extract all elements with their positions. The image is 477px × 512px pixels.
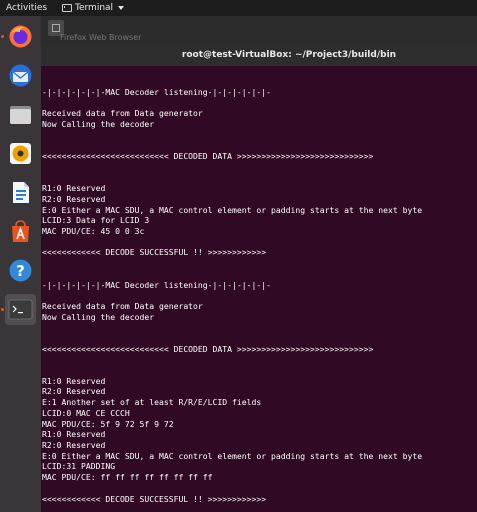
dock-item-thunderbird[interactable]	[5, 60, 36, 91]
terminal-line: MAC PDU/CE: ff ff ff ff ff ff ff ff	[42, 472, 213, 483]
terminal-line: R1:0 Reserved	[42, 183, 106, 194]
chevron-down-icon	[118, 6, 125, 10]
firefox-icon	[9, 25, 32, 48]
running-indicator	[1, 308, 4, 311]
terminal-line: <<<<<<<<<<<< DECODE SUCCESSFUL !! >>>>>>…	[42, 247, 267, 258]
terminal-view[interactable]: -|-|-|-|-|-|-MAC Decoder listening-|-|-|…	[41, 66, 477, 512]
terminal-line: R2:0 Reserved	[42, 193, 106, 204]
terminal-line: <<<<<<<<<<<< DECODE SUCCESSFUL !! >>>>>>…	[42, 493, 267, 504]
libreoffice-writer-icon	[13, 182, 29, 203]
activities-button[interactable]: Activities	[6, 0, 47, 16]
terminal-line: LCID:0 MAC CE CCCH	[42, 407, 130, 418]
files-icon	[10, 106, 31, 124]
dock-item-help[interactable]: ?	[5, 255, 36, 286]
terminal-line: -|-|-|-|-|-|-MAC Decoder listening-|-|-|…	[42, 87, 272, 97]
app-menu[interactable]: Terminal	[62, 0, 125, 16]
dock-item-writer[interactable]	[5, 177, 36, 208]
terminal-line: Received data from Data generator	[42, 108, 203, 119]
software-center-icon	[12, 220, 29, 242]
terminal-line: -|-|-|-|-|-|-MAC Decoder listening-|-|-|…	[42, 279, 272, 290]
terminal-line: Now Calling the decoder	[42, 311, 155, 322]
rhythmbox-icon	[10, 143, 31, 164]
terminal-line: E:0 Either a MAC SDU, a MAC control elem…	[42, 450, 423, 461]
dock-item-rhythmbox[interactable]	[5, 138, 36, 169]
app-menu-label: Terminal	[75, 3, 114, 13]
svg-text:?: ?	[16, 262, 25, 280]
dock-item-software[interactable]	[5, 216, 36, 247]
terminal-line: R1:0 Reserved	[42, 429, 106, 440]
terminal-line: <<<<<<<<<<<<<<<<<<<<<<<<<< DECODED DATA …	[42, 343, 374, 354]
terminal-line: R2:0 Reserved	[42, 440, 106, 450]
terminal-line: LCID:3 Data for LCID 3	[42, 215, 150, 226]
terminal-line: Received data from Data generator	[42, 300, 203, 311]
terminal-line: R2:0 Reserved	[42, 386, 106, 397]
terminal-line: E:0 Either a MAC SDU, a MAC control elem…	[42, 204, 423, 215]
terminal-line: LCID:31 PADDING	[42, 461, 116, 472]
dock-item-files[interactable]	[5, 99, 36, 130]
terminal-line: <<<<<<<<<<<<<<<<<<<<<<<<<< DECODED DATA …	[42, 151, 374, 162]
terminal-line: R1:0 Reserved	[42, 375, 106, 386]
dock-item-firefox[interactable]	[5, 21, 36, 52]
dock-tooltip: Firefox Web Browser	[60, 33, 142, 42]
terminal-line: E:1 Another set of at least R/R/E/LCID f…	[42, 397, 262, 408]
window-title[interactable]: root@test-VirtualBox: ~/Project3/build/b…	[41, 44, 477, 66]
terminal-line: MAC PDU/CE: 5f 9 72 5f 9 72	[42, 418, 174, 429]
dock: ?	[0, 16, 41, 512]
thunderbird-icon	[9, 64, 32, 87]
terminal-icon	[62, 4, 72, 12]
terminal-line: Now Calling the decoder	[42, 119, 155, 130]
terminal-line: MAC PDU/CE: 45 0 0 3c	[42, 226, 145, 237]
top-bar: Activities Terminal	[0, 0, 477, 16]
dock-item-terminal[interactable]	[5, 294, 36, 325]
terminal-output: -|-|-|-|-|-|-MAC Decoder listening-|-|-|…	[42, 87, 422, 504]
help-icon: ?	[9, 259, 32, 282]
terminal-icon	[8, 299, 33, 320]
running-indicator	[1, 35, 4, 38]
